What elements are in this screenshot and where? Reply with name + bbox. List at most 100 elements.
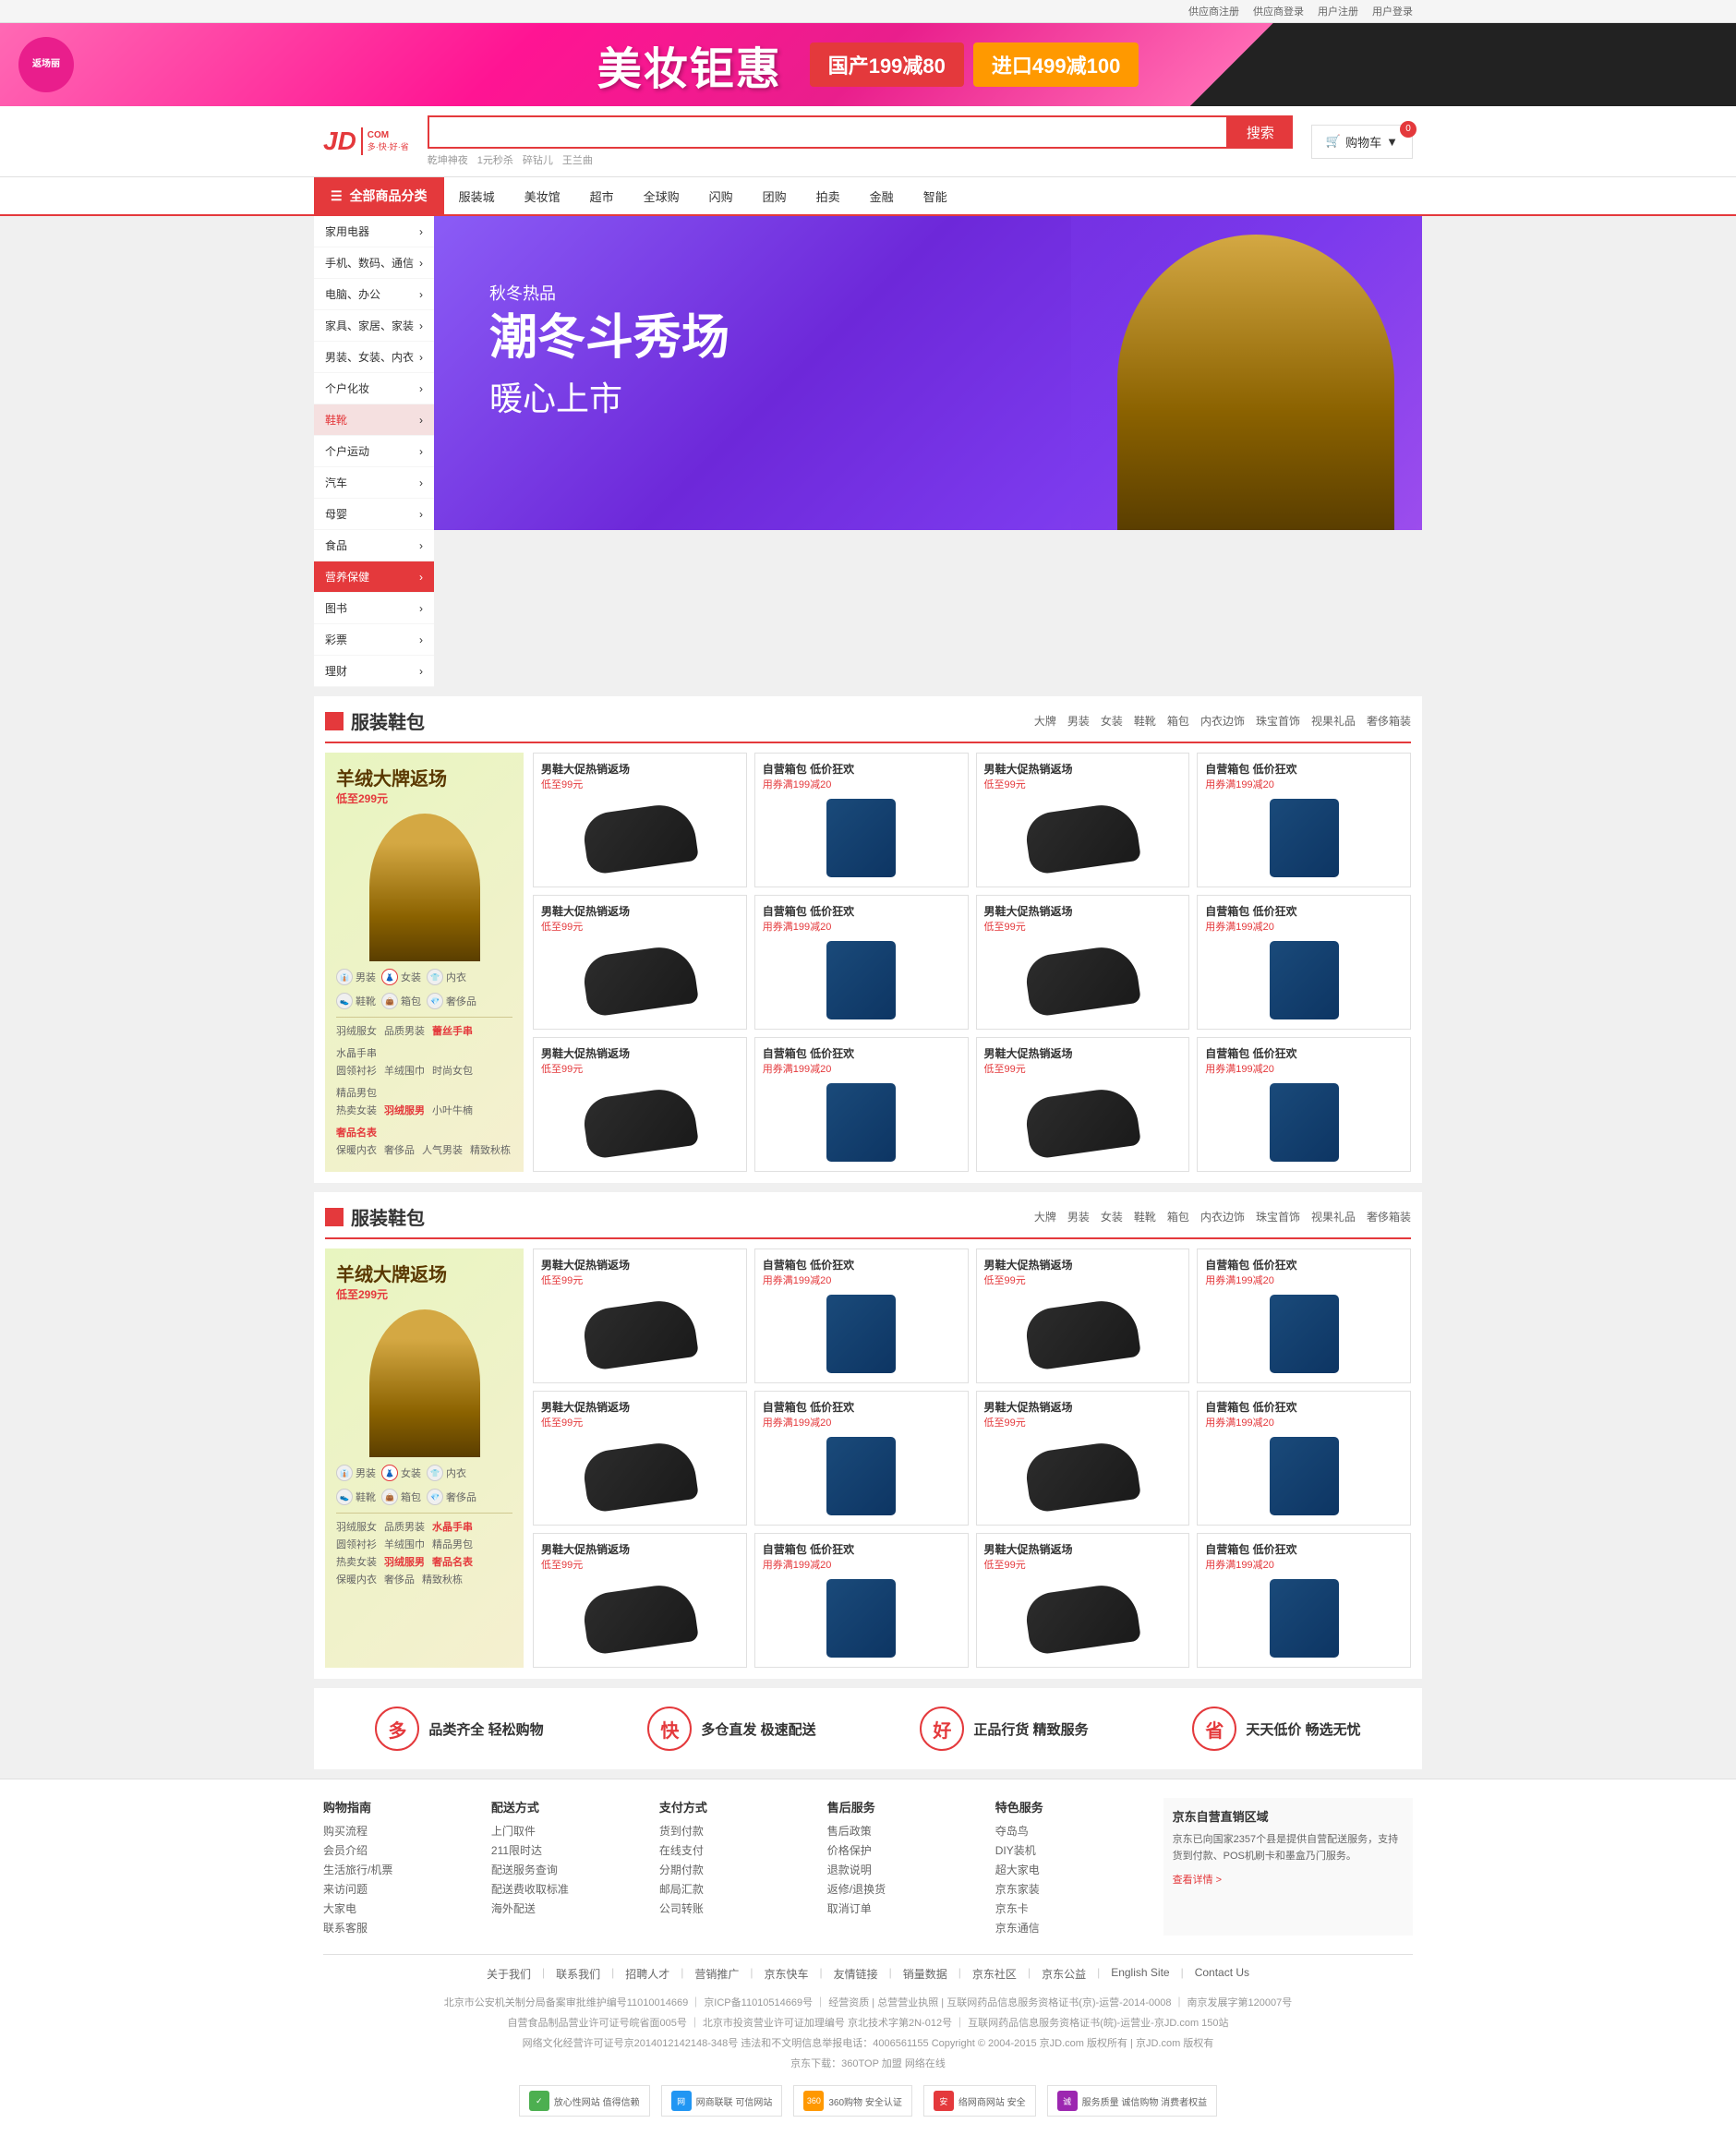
footer-link-3-4[interactable]: 取消订单 <box>827 1900 982 1916</box>
s2-product-7[interactable]: 自营箱包 低价狂欢 用券满199减20 <box>1197 1391 1411 1526</box>
footer-link-0-5[interactable]: 联系客服 <box>323 1920 477 1936</box>
footer-nav-english-site[interactable]: English Site <box>1111 1966 1169 1982</box>
section1-tab-1[interactable]: 男装 <box>1067 713 1090 729</box>
link-3-highlight[interactable]: 蕾丝手串 <box>432 1023 473 1038</box>
footer-link-0-4[interactable]: 大家电 <box>323 1900 477 1916</box>
footer-link-3-1[interactable]: 价格保护 <box>827 1842 982 1858</box>
footer-link-2-0[interactable]: 货到付款 <box>659 1823 814 1839</box>
nav-item-2[interactable]: 超市 <box>575 177 629 214</box>
s2-product-8[interactable]: 男鞋大促热销返场 低至99元 <box>533 1533 747 1668</box>
hot-keyword-2[interactable]: 1元秒杀 <box>477 152 513 167</box>
cat-underwear[interactable]: 👕 内衣 <box>427 969 466 985</box>
nav-item-0[interactable]: 服装城 <box>444 177 510 214</box>
product-card-11[interactable]: 自营箱包 低价狂欢 用券满199减20 <box>1197 1037 1411 1172</box>
footer-view-more-link[interactable]: 查看详情 > <box>1173 1872 1404 1887</box>
s2-product-5[interactable]: 自营箱包 低价狂欢 用券满199减20 <box>754 1391 969 1526</box>
cat2-womenswear[interactable]: 👗 女装 <box>381 1465 421 1481</box>
sidebar-item-health[interactable]: 营养保健› <box>314 561 434 593</box>
link-10-highlight[interactable]: 羽绒服男 <box>384 1103 425 1117</box>
s2-product-4[interactable]: 男鞋大促热销返场 低至99元 <box>533 1391 747 1526</box>
footer-link-4-2[interactable]: 超大家电 <box>995 1862 1150 1877</box>
footer-link-4-3[interactable]: 京东家装 <box>995 1881 1150 1897</box>
link-5[interactable]: 圆领衬衫 <box>336 1063 377 1078</box>
section1-tab-8[interactable]: 奢侈箱装 <box>1367 713 1411 729</box>
cat2-luxury[interactable]: 💎 奢侈品 <box>427 1489 476 1505</box>
hot-keyword-3[interactable]: 碎钻儿 <box>523 152 553 167</box>
nav-item-8[interactable]: 智能 <box>909 177 962 214</box>
footer-nav-contact[interactable]: Contact Us <box>1195 1966 1249 1982</box>
product-card-5[interactable]: 自营箱包 低价狂欢 用券满199减20 <box>754 895 969 1030</box>
section1-tab-4[interactable]: 箱包 <box>1167 713 1189 729</box>
nav-item-7[interactable]: 金融 <box>855 177 909 214</box>
link-13[interactable]: 保暖内衣 <box>336 1142 377 1157</box>
search-input[interactable] <box>428 115 1228 149</box>
link-9[interactable]: 热卖女装 <box>336 1103 377 1117</box>
section1-tab-0[interactable]: 大牌 <box>1034 713 1056 729</box>
section1-tab-3[interactable]: 鞋靴 <box>1134 713 1156 729</box>
section2-tab-4[interactable]: 箱包 <box>1167 1209 1189 1224</box>
user-login-link[interactable]: 用户登录 <box>1372 4 1413 18</box>
cat-menswear[interactable]: 👔 男装 <box>336 969 376 985</box>
footer-nav-5[interactable]: 友情链接 <box>834 1966 878 1982</box>
product-card-7[interactable]: 自营箱包 低价狂欢 用券满199减20 <box>1197 895 1411 1030</box>
footer-nav-7[interactable]: 京东社区 <box>972 1966 1017 1982</box>
section2-tab-8[interactable]: 奢侈箱装 <box>1367 1209 1411 1224</box>
cat-bags[interactable]: 👜 箱包 <box>381 993 421 1009</box>
link-15[interactable]: 人气男装 <box>422 1142 463 1157</box>
cat-luxury[interactable]: 💎 奢侈品 <box>427 993 476 1009</box>
s2-product-11[interactable]: 自营箱包 低价狂欢 用券满199减20 <box>1197 1533 1411 1668</box>
cart-button[interactable]: 🛒 购物车 0 ▼ <box>1311 125 1413 159</box>
nav-item-4[interactable]: 闪购 <box>694 177 748 214</box>
link-1[interactable]: 羽绒服女 <box>336 1023 377 1038</box>
cat-womenswear[interactable]: 👗 女装 <box>381 969 421 985</box>
user-register-link[interactable]: 用户注册 <box>1318 4 1358 18</box>
section2-tab-1[interactable]: 男装 <box>1067 1209 1090 1224</box>
link-12-highlight[interactable]: 奢品名表 <box>336 1125 377 1140</box>
footer-link-1-0[interactable]: 上门取件 <box>491 1823 645 1839</box>
footer-link-4-5[interactable]: 京东通信 <box>995 1920 1150 1936</box>
section1-tab-2[interactable]: 女装 <box>1101 713 1123 729</box>
cat2-shoes[interactable]: 👟 鞋靴 <box>336 1489 376 1505</box>
s2-product-2[interactable]: 男鞋大促热销返场 低至99元 <box>976 1248 1190 1383</box>
cat-shoes[interactable]: 👟 鞋靴 <box>336 993 376 1009</box>
sidebar-item-beauty[interactable]: 个户化妆› <box>314 373 434 404</box>
section2-tab-3[interactable]: 鞋靴 <box>1134 1209 1156 1224</box>
product-card-2[interactable]: 男鞋大促热销返场 低至99元 <box>976 753 1190 887</box>
link-8[interactable]: 精品男包 <box>336 1085 377 1100</box>
footer-nav-8[interactable]: 京东公益 <box>1042 1966 1086 1982</box>
hot-keyword-1[interactable]: 乾坤神夜 <box>428 152 468 167</box>
footer-link-2-1[interactable]: 在线支付 <box>659 1842 814 1858</box>
nav-item-5[interactable]: 团购 <box>748 177 802 214</box>
s2-product-6[interactable]: 男鞋大促热销返场 低至99元 <box>976 1391 1190 1526</box>
cat2-bags[interactable]: 👜 箱包 <box>381 1489 421 1505</box>
link-2[interactable]: 品质男装 <box>384 1023 425 1038</box>
section2-tab-6[interactable]: 珠宝首饰 <box>1256 1209 1300 1224</box>
footer-link-3-0[interactable]: 售后政策 <box>827 1823 982 1839</box>
sidebar-item-finance[interactable]: 理财› <box>314 656 434 687</box>
footer-link-1-2[interactable]: 配送服务查询 <box>491 1862 645 1877</box>
s2-product-10[interactable]: 男鞋大促热销返场 低至99元 <box>976 1533 1190 1668</box>
section2-tab-2[interactable]: 女装 <box>1101 1209 1123 1224</box>
product-card-10[interactable]: 男鞋大促热销返场 低至99元 <box>976 1037 1190 1172</box>
product-card-0[interactable]: 男鞋大促热销返场 低至99元 <box>533 753 747 887</box>
footer-nav-4[interactable]: 京东快车 <box>765 1966 809 1982</box>
link-4[interactable]: 水晶手串 <box>336 1045 377 1060</box>
sidebar-item-clothing[interactable]: 男装、女装、内衣› <box>314 342 434 373</box>
supplier-register-link[interactable]: 供应商注册 <box>1188 4 1239 18</box>
section1-tab-5[interactable]: 内衣边饰 <box>1200 713 1245 729</box>
supplier-login-link[interactable]: 供应商登录 <box>1253 4 1304 18</box>
s2-product-1[interactable]: 自营箱包 低价狂欢 用券满199减20 <box>754 1248 969 1383</box>
footer-link-0-2[interactable]: 生活旅行/机票 <box>323 1862 477 1877</box>
footer-link-0-0[interactable]: 购买流程 <box>323 1823 477 1839</box>
footer-nav-3[interactable]: 营销推广 <box>694 1966 739 1982</box>
product-card-8[interactable]: 男鞋大促热销返场 低至99元 <box>533 1037 747 1172</box>
sidebar-item-baby[interactable]: 母婴› <box>314 499 434 530</box>
footer-link-4-1[interactable]: DIY装机 <box>995 1842 1150 1858</box>
sidebar-item-food[interactable]: 食品› <box>314 530 434 561</box>
footer-link-1-3[interactable]: 配送费收取标准 <box>491 1881 645 1897</box>
hot-keyword-4[interactable]: 王兰曲 <box>562 152 593 167</box>
search-button[interactable]: 搜索 <box>1228 115 1293 149</box>
footer-link-2-4[interactable]: 公司转账 <box>659 1900 814 1916</box>
sidebar-item-home-appliance[interactable]: 家用电器› <box>314 216 434 247</box>
footer-link-4-0[interactable]: 夺岛鸟 <box>995 1823 1150 1839</box>
